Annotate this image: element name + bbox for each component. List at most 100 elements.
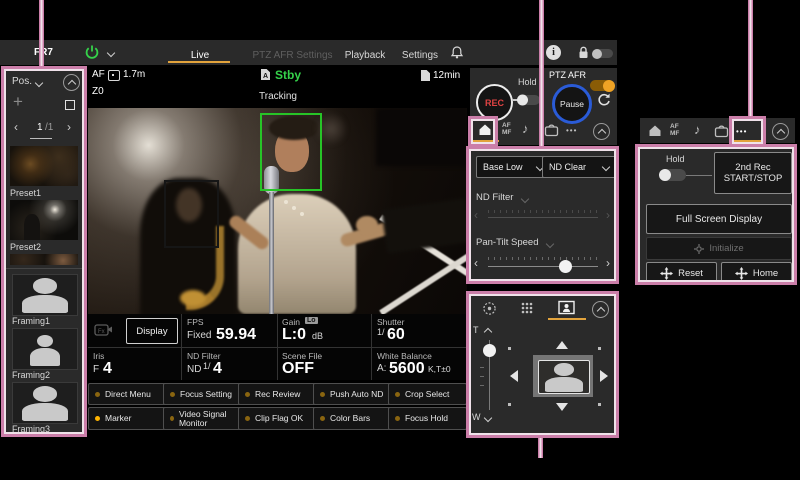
reset-button[interactable]: Reset — [646, 262, 717, 285]
power-menu-chevron-down-icon[interactable] — [107, 49, 115, 57]
restart-tracking-icon[interactable] — [596, 92, 612, 108]
assign-button-direct-menu[interactable]: Direct Menu — [88, 383, 167, 405]
page-next-icon[interactable]: › — [67, 122, 71, 132]
assign-button-rec-review[interactable]: Rec Review — [238, 383, 317, 405]
nd-slider-decrease[interactable]: ‹ — [474, 210, 478, 220]
diagonal-dot[interactable] — [508, 347, 511, 350]
zoom-slider-thumb[interactable] — [483, 344, 496, 357]
nd-slider-track[interactable] — [488, 217, 598, 218]
framing2-thumbnail[interactable] — [12, 328, 78, 370]
full-screen-display-button[interactable]: Full Screen Display — [646, 204, 792, 234]
tracking-frame-candidate[interactable] — [164, 180, 219, 248]
tab-af-mf[interactable]: AF MF — [670, 123, 679, 137]
assign-button-clip-flag-ok[interactable]: Clip Flag OK — [238, 407, 317, 430]
live-video-view[interactable] — [88, 108, 467, 314]
section-chevron-down-icon[interactable] — [546, 240, 554, 248]
tab-ptz-afr-settings[interactable]: PTZ AFR Settings — [240, 45, 345, 63]
tab-camera-icon[interactable] — [714, 124, 729, 138]
assign-button-push-auto-nd[interactable]: Push Auto ND — [313, 383, 392, 405]
section-chevron-down-icon[interactable] — [521, 195, 529, 203]
status-cell-white-balance[interactable]: White Balance A: 5600 K,T±0 — [376, 348, 466, 380]
tab-settings[interactable]: Settings — [396, 45, 444, 63]
cell-prefix: A: — [377, 363, 386, 374]
info-icon[interactable]: i — [546, 45, 561, 60]
cell-prefix: Fixed — [187, 330, 211, 341]
assign-button-video-signal-monitor[interactable]: Video Signal Monitor — [163, 407, 242, 430]
tab-grid-icon[interactable] — [520, 301, 534, 315]
assign-button-marker[interactable]: Marker — [88, 407, 167, 430]
tab-framing-icon[interactable] — [558, 300, 575, 315]
tab-more-icon[interactable]: ••• — [566, 126, 577, 135]
nd-preset-dropdown[interactable]: ND Clear — [542, 156, 616, 178]
tab-joystick-icon[interactable] — [482, 301, 497, 316]
pan-right-arrow[interactable] — [600, 370, 608, 382]
stop-square-icon[interactable] — [65, 100, 75, 110]
diagonal-dot[interactable] — [598, 347, 601, 350]
collapse-panel-button[interactable] — [772, 123, 789, 140]
ptz-afr-toggle[interactable] — [590, 80, 614, 91]
assign-button-color-bars[interactable]: Color Bars — [313, 407, 392, 430]
status-cell-shutter[interactable]: Shutter 1/ 60 — [376, 314, 466, 347]
rec-button[interactable]: REC — [476, 84, 513, 121]
tab-audio-icon[interactable]: ♪ — [522, 121, 529, 136]
tracking-frame-active[interactable] — [260, 113, 322, 191]
zoom-tick — [480, 376, 484, 377]
second-rec-start-stop-button[interactable]: 2nd Rec START/STOP — [714, 152, 792, 194]
assign-label: Color Bars — [330, 414, 370, 423]
home-position-button[interactable]: Home — [721, 262, 792, 285]
speed-slider-track[interactable] — [488, 266, 598, 267]
preset2-thumbnail[interactable] — [10, 200, 78, 240]
page-prev-icon[interactable]: ‹ — [14, 122, 18, 132]
preset1-thumbnail[interactable] — [10, 146, 78, 186]
preset-type-chevron-down-icon[interactable] — [35, 79, 43, 87]
pause-button[interactable]: Pause — [552, 84, 592, 124]
diagonal-dot[interactable] — [508, 403, 511, 406]
assign-led-active — [95, 416, 100, 421]
tab-more-icon[interactable]: ••• — [736, 127, 747, 136]
tab-home-icon[interactable] — [648, 124, 662, 137]
speed-slider-increase[interactable]: › — [606, 258, 610, 268]
cell-unit: K,T±0 — [428, 364, 451, 374]
screen-lock-toggle[interactable] — [593, 49, 613, 58]
status-cell-nd-filter[interactable]: ND Filter ND 1/ 4 — [186, 348, 276, 380]
framing1-thumbnail[interactable] — [12, 274, 78, 316]
collapse-panel-button[interactable] — [63, 74, 80, 91]
initialize-button[interactable]: Initialize — [646, 237, 792, 260]
status-cell-gain[interactable]: Gain Lo L:0 dB — [281, 314, 369, 347]
notification-bell-icon[interactable] — [450, 45, 464, 60]
tab-audio-icon[interactable]: ♪ — [694, 122, 701, 137]
preset3-thumbnail-partial[interactable] — [10, 254, 78, 265]
status-cell-fps[interactable]: FPS Fixed 59.94 — [186, 314, 276, 347]
second-rec-hold-toggle[interactable] — [660, 169, 686, 181]
tilt-down-arrow[interactable] — [556, 403, 568, 411]
tilt-up-arrow[interactable] — [556, 341, 568, 349]
pan-left-arrow[interactable] — [510, 370, 518, 382]
zoom-wide-chevron-down-icon[interactable] — [484, 414, 492, 422]
chevron-down-icon — [602, 163, 610, 171]
status-cell-scene-file[interactable]: Scene File OFF — [281, 348, 371, 380]
tab-playback[interactable]: Playback — [340, 45, 390, 63]
assign-button-crop-select[interactable]: Crop Select — [388, 383, 467, 405]
display-button[interactable]: Display — [126, 318, 178, 344]
tab-af-mf[interactable]: AF MF — [502, 122, 511, 136]
ptz-afr-toggle-knob — [603, 80, 615, 92]
af-area-dot — [112, 74, 114, 76]
base-sensitivity-dropdown[interactable]: Base Low — [476, 156, 550, 178]
zoom-tele-chevron-up-icon[interactable] — [484, 328, 492, 336]
diagonal-dot[interactable] — [598, 403, 601, 406]
tab-home-icon[interactable] — [478, 123, 492, 136]
power-icon[interactable] — [84, 44, 100, 60]
framing3-thumbnail[interactable] — [12, 382, 78, 424]
rec-hold-toggle[interactable] — [518, 95, 540, 105]
collapse-panel-button[interactable] — [593, 123, 610, 140]
nd-slider-increase[interactable]: › — [606, 210, 610, 220]
speed-slider-thumb[interactable] — [559, 260, 572, 273]
add-preset-icon[interactable]: + — [13, 92, 23, 112]
collapse-panel-button[interactable] — [592, 301, 609, 318]
assign-button-focus-hold[interactable]: Focus Hold — [388, 407, 467, 430]
framing-pad-inner[interactable] — [538, 360, 590, 394]
tab-camera-icon[interactable] — [544, 123, 559, 137]
speed-slider-decrease[interactable]: ‹ — [474, 258, 478, 268]
assign-button-focus-setting[interactable]: Focus Setting — [163, 383, 242, 405]
status-cell-iris[interactable]: Iris F 4 — [92, 348, 178, 380]
